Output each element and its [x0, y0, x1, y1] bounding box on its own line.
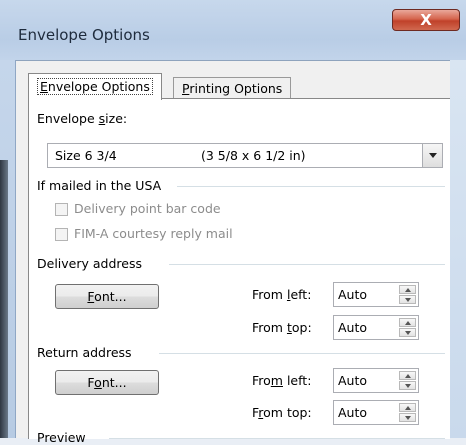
arrow-down-icon	[404, 383, 411, 388]
delivery-barcode-checkbox[interactable]	[55, 203, 68, 216]
chevron-down-icon	[428, 153, 437, 158]
usa-group-divider	[177, 186, 445, 187]
spin-up-button[interactable]	[399, 285, 416, 294]
dialog-client-area: Envelope Options Printing Options Envelo…	[16, 60, 450, 445]
arrow-down-icon	[404, 330, 411, 335]
delivery-from-left-label: From left:	[252, 287, 312, 302]
delivery-address-group-label: Delivery address	[37, 256, 142, 271]
window-title: Envelope Options	[18, 26, 150, 44]
return-from-top-arrows	[399, 403, 416, 422]
frame-right-border	[449, 60, 466, 438]
tab-printing-options[interactable]: Printing Options	[173, 77, 292, 100]
tab-printing-options-label: Printing Options	[182, 81, 283, 96]
return-from-top-value: Auto	[338, 405, 368, 420]
delivery-font-button[interactable]: Font...	[55, 284, 159, 309]
delivery-from-top-spinner[interactable]: Auto	[333, 315, 419, 340]
delivery-from-top-arrows	[399, 318, 416, 337]
tab-envelope-options-label: Envelope Options	[37, 78, 153, 95]
background-window-edge	[0, 160, 8, 438]
arrow-down-icon	[404, 297, 411, 302]
envelope-size-value: Size 6 3/4	[55, 148, 117, 163]
envelope-size-dimensions: (3 5/8 x 6 1/2 in)	[201, 148, 306, 163]
return-address-divider	[159, 353, 445, 354]
return-from-top-label: From top:	[252, 405, 312, 420]
preview-divider	[109, 438, 445, 439]
delivery-barcode-label: Delivery point bar code	[74, 201, 221, 216]
arrow-down-icon	[404, 415, 411, 420]
spin-up-button[interactable]	[399, 318, 416, 327]
spin-up-button[interactable]	[399, 371, 416, 380]
close-button[interactable]: X	[392, 9, 460, 31]
spin-down-button[interactable]	[399, 381, 416, 390]
return-address-group-label: Return address	[37, 345, 132, 360]
fim-a-label: FIM-A courtesy reply mail	[74, 226, 233, 241]
delivery-from-left-spinner[interactable]: Auto	[333, 282, 419, 307]
arrow-up-icon	[404, 287, 411, 292]
return-from-left-label: From left:	[252, 373, 312, 388]
envelope-size-label: Envelope size:	[37, 111, 128, 126]
delivery-from-left-value: Auto	[338, 287, 368, 302]
arrow-up-icon	[404, 320, 411, 325]
delivery-from-top-value: Auto	[338, 320, 368, 335]
spin-down-button[interactable]	[399, 328, 416, 337]
spin-up-button[interactable]	[399, 403, 416, 412]
envelope-options-panel: Envelope size: Size 6 3/4 (3 5/8 x 6 1/2…	[28, 98, 450, 445]
return-font-button-label: Font...	[87, 375, 127, 390]
return-from-left-value: Auto	[338, 373, 368, 388]
fim-a-checkbox[interactable]	[55, 228, 68, 241]
return-from-top-spinner[interactable]: Auto	[333, 400, 419, 425]
usa-group-label: If mailed in the USA	[37, 178, 162, 193]
envelope-size-select[interactable]: Size 6 3/4 (3 5/8 x 6 1/2 in)	[47, 143, 443, 168]
delivery-font-button-label: Font...	[87, 289, 127, 304]
return-from-left-spinner[interactable]: Auto	[333, 368, 419, 393]
tab-envelope-options[interactable]: Envelope Options	[28, 73, 162, 100]
delivery-from-top-label: From top:	[252, 320, 312, 335]
delivery-from-left-arrows	[399, 285, 416, 304]
delivery-address-divider	[169, 264, 445, 265]
spin-down-button[interactable]	[399, 295, 416, 304]
arrow-up-icon	[404, 405, 411, 410]
envelope-size-dropdown-button[interactable]	[422, 144, 442, 167]
close-icon: X	[420, 10, 432, 29]
return-font-button[interactable]: Font...	[55, 370, 159, 395]
spin-down-button[interactable]	[399, 413, 416, 422]
arrow-up-icon	[404, 373, 411, 378]
return-from-left-arrows	[399, 371, 416, 390]
